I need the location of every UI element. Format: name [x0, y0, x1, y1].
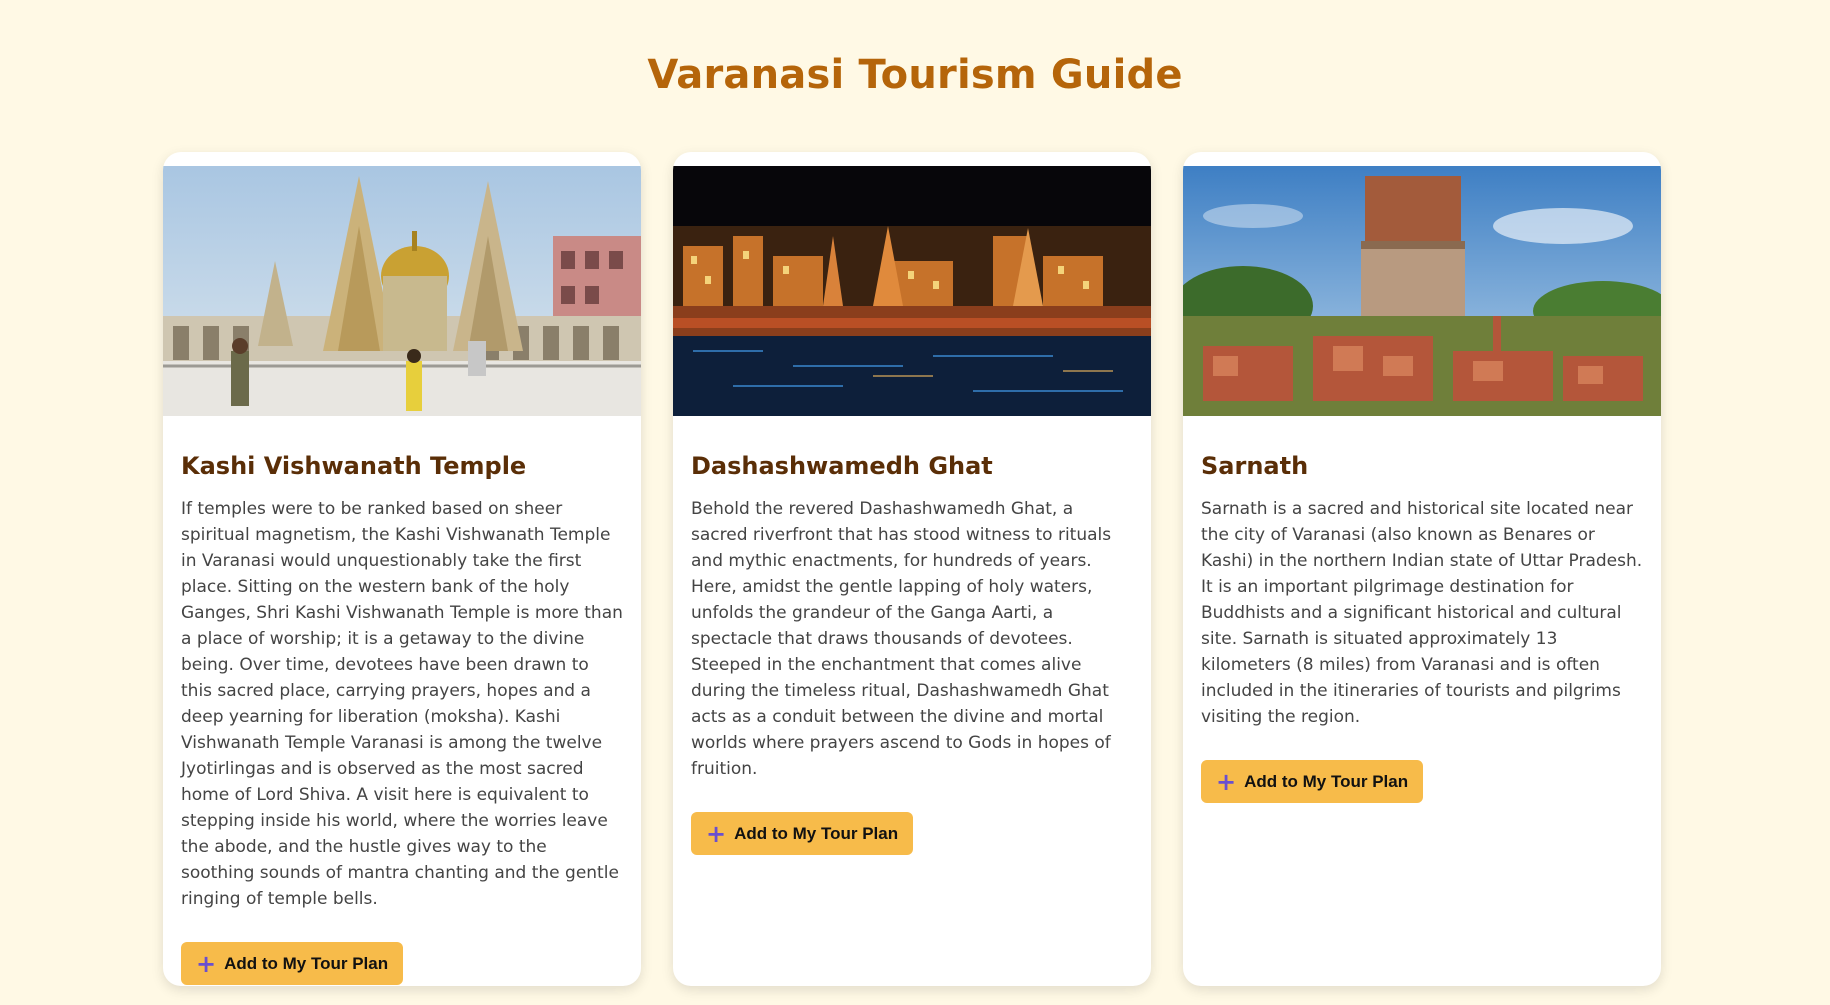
card-description: Behold the revered Dashashwamedh Ghat, a… — [691, 499, 1112, 779]
add-to-tour-plan-button[interactable]: + Add to My Tour Plan — [181, 942, 404, 985]
card-title: Kashi Vishwanath Temple — [181, 452, 527, 480]
page-title: Varanasi Tourism Guide — [647, 52, 1183, 98]
add-to-tour-plan-button[interactable]: + Add to My Tour Plan — [691, 812, 914, 855]
plus-icon: + — [196, 949, 217, 978]
attraction-card-dashashwamedh-ghat: Dashashwamedh Ghat Behold the revered Da… — [673, 152, 1151, 986]
kashi-vishwanath-temple-image — [163, 166, 641, 416]
card-body: Dashashwamedh Ghat Behold the revered Da… — [691, 452, 1133, 855]
card-body: Kashi Vishwanath Temple If temples were … — [181, 452, 623, 985]
attractions-grid: Kashi Vishwanath Temple If temples were … — [163, 152, 1661, 986]
card-title: Dashashwamedh Ghat — [691, 452, 993, 480]
add-to-tour-plan-button[interactable]: + Add to My Tour Plan — [1201, 760, 1424, 803]
card-body: Sarnath Sarnath is a sacred and historic… — [1201, 452, 1643, 803]
sarnath-image — [1183, 166, 1661, 416]
card-title: Sarnath — [1201, 452, 1309, 480]
card-description: Sarnath is a sacred and historical site … — [1201, 499, 1643, 727]
plus-icon: + — [706, 819, 727, 848]
button-label: Add to My Tour Plan — [1244, 771, 1409, 791]
plus-icon: + — [1216, 767, 1237, 796]
card-description: If temples were to be ranked based on sh… — [181, 499, 623, 909]
attraction-card-kashi-vishwanath: Kashi Vishwanath Temple If temples were … — [163, 152, 641, 986]
attraction-card-sarnath: Sarnath Sarnath is a sacred and historic… — [1183, 152, 1661, 986]
button-label: Add to My Tour Plan — [734, 823, 899, 843]
dashashwamedh-ghat-image — [673, 166, 1151, 416]
button-label: Add to My Tour Plan — [224, 953, 389, 973]
